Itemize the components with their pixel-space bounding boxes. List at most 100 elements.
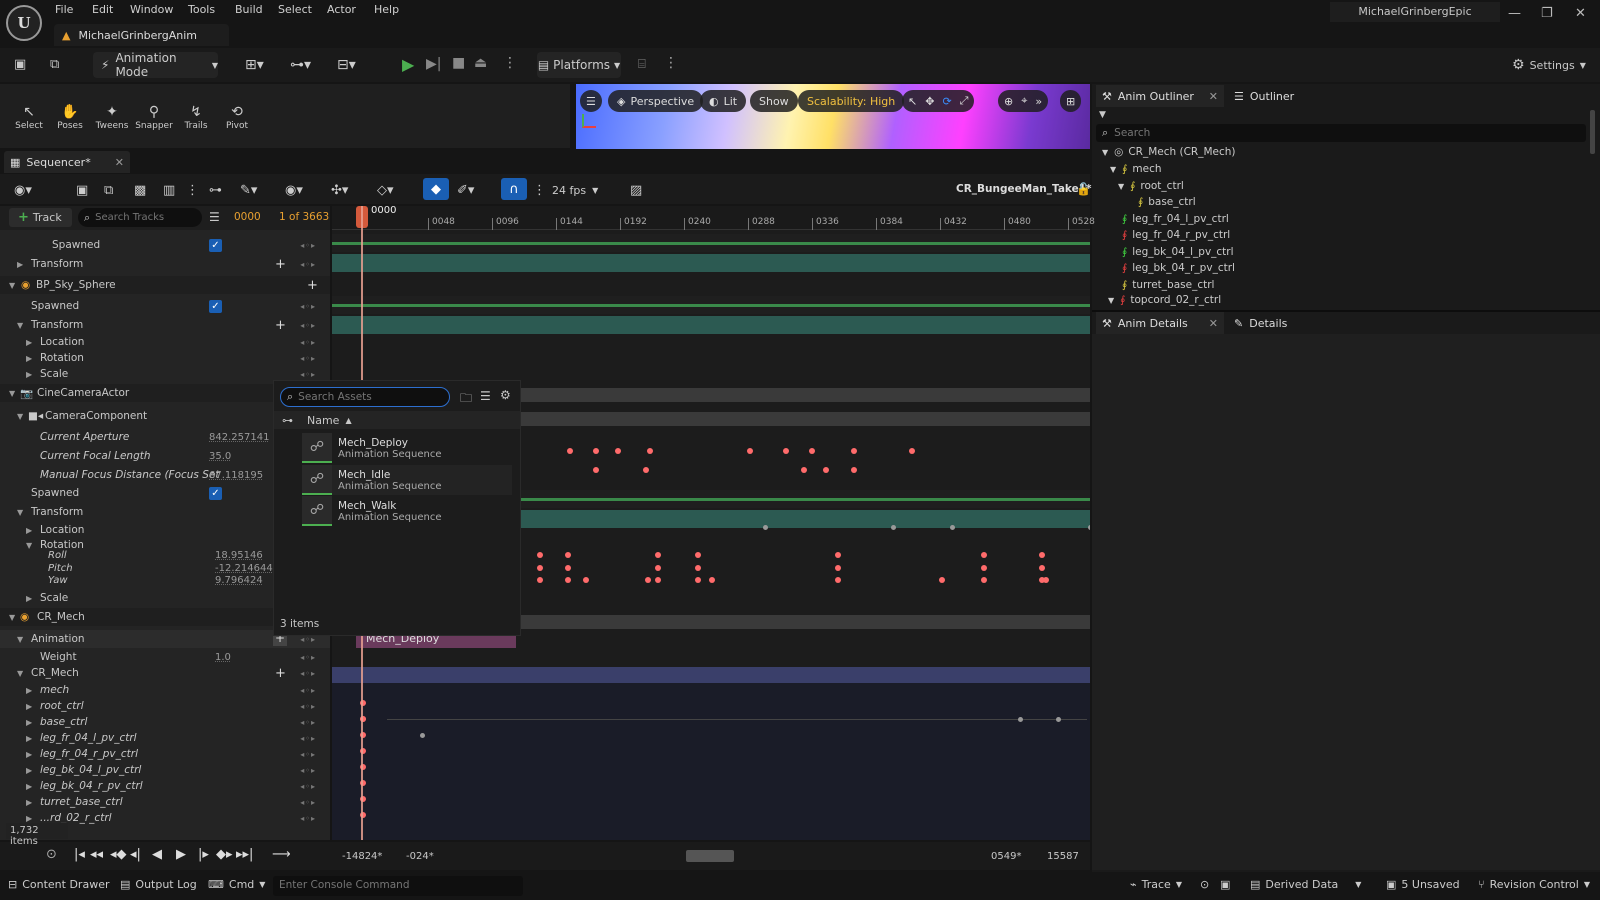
prev-key-icon[interactable]: ◂◂	[90, 847, 103, 862]
expand-icon[interactable]: ▶	[26, 686, 32, 695]
surface-snap-icon[interactable]: ⌖	[1021, 94, 1027, 108]
prev-key2-icon[interactable]: ◂◆	[110, 847, 127, 862]
mode-dropdown[interactable]: ⚡ Animation Mode ▼	[93, 51, 218, 79]
keyframe[interactable]	[537, 565, 543, 571]
key-nav-icon[interactable]: ◂◦▸	[300, 653, 316, 662]
more-options-icon[interactable]: ⋮	[533, 180, 546, 200]
menu-build[interactable]: Build	[235, 3, 263, 16]
track-row[interactable]: ▼ Transform + ◂◦▸	[0, 316, 330, 334]
keyframe[interactable]	[823, 467, 829, 473]
outliner-scrollbar[interactable]	[1590, 110, 1595, 154]
keyframe[interactable]	[890, 524, 896, 530]
eject-icon[interactable]: ⏏	[474, 55, 487, 71]
mode-tweens[interactable]: ✦ Tweens	[92, 104, 132, 131]
settings-button[interactable]: ⚙ Settings ▼	[1512, 57, 1586, 73]
key-nav-icon[interactable]: ◂◦▸	[300, 766, 316, 775]
keyframe[interactable]	[655, 565, 661, 571]
outliner-item[interactable]: ▼ ∮ root_ctrl	[1118, 178, 1184, 194]
fps-dropdown[interactable]: 24 fps ▼	[552, 180, 598, 200]
console-input[interactable]	[273, 876, 513, 894]
key-nav-icon[interactable]: ◂◦▸	[300, 782, 316, 791]
keyframe[interactable]	[981, 552, 987, 558]
keyframe[interactable]	[695, 552, 701, 558]
outliner-item[interactable]: ∮ leg_bk_04_l_pv_ctrl	[1122, 244, 1234, 260]
asset-item[interactable]: ☍ Mech_Idle Animation Sequence	[302, 465, 512, 495]
keyframe[interactable]	[615, 448, 621, 454]
expand-icon[interactable]: ▶	[26, 354, 32, 363]
auto-key-button[interactable]: ◆	[423, 178, 449, 200]
view-end[interactable]: 0549*	[991, 851, 1021, 862]
add-content-icon[interactable]: ⊞▾	[245, 57, 264, 73]
collapse-icon[interactable]: ▼	[1102, 148, 1108, 157]
keyframe[interactable]	[565, 552, 571, 558]
wrench-icon[interactable]: ✎▾	[240, 180, 257, 200]
timeline-scrollbar[interactable]	[686, 850, 734, 862]
key-nav-icon[interactable]: ◂◦▸	[300, 669, 316, 678]
keyframe[interactable]	[835, 577, 841, 583]
scalability-button[interactable]: Scalability: High	[798, 90, 905, 112]
range-start[interactable]: -14824*	[342, 851, 382, 862]
keyframe[interactable]	[565, 577, 571, 583]
loop-icon[interactable]: ⟶	[272, 847, 291, 862]
add-key-icon[interactable]: +	[275, 666, 286, 681]
snap-tools[interactable]: ⊕ ⌖ »	[998, 90, 1049, 112]
add-key-icon[interactable]: +	[275, 318, 286, 333]
track-row[interactable]: ▶ Transform + ◂◦▸	[0, 255, 330, 273]
mode-poses[interactable]: ✋ Poses	[50, 104, 90, 131]
restore-icon[interactable]: ❐	[1541, 6, 1553, 21]
add-track-button[interactable]: + Track	[9, 208, 72, 227]
rotate-icon[interactable]: ⟳	[942, 95, 951, 108]
expand-icon[interactable]: ▶	[26, 370, 32, 379]
menu-window[interactable]: Window	[130, 3, 173, 16]
keyframe[interactable]	[655, 552, 661, 558]
collapse-icon[interactable]: ▼	[1118, 182, 1124, 191]
track-value[interactable]: -12.214644	[215, 563, 273, 574]
keyframe[interactable]	[909, 448, 915, 454]
key-nav-icon[interactable]: ◂◦▸	[300, 302, 316, 311]
key-nav-icon[interactable]: ◂◦▸	[300, 241, 316, 250]
view-start[interactable]: -024*	[406, 851, 434, 862]
keyframe[interactable]	[981, 577, 987, 583]
menu-edit[interactable]: Edit	[92, 3, 113, 16]
key-nav-icon[interactable]: ◂◦▸	[300, 686, 316, 695]
save-sequence-icon[interactable]: ▣	[76, 180, 88, 200]
spawned-checkbox[interactable]: ✓	[209, 486, 222, 500]
brush-icon[interactable]: ✐▾	[457, 180, 474, 200]
keyframe[interactable]	[593, 448, 599, 454]
more-options-icon[interactable]: ⋮	[503, 55, 517, 71]
save-icon[interactable]: ▣	[14, 57, 26, 72]
collapse-icon[interactable]: ▼	[17, 412, 23, 421]
menu-file[interactable]: File	[55, 3, 73, 16]
track-value[interactable]: 1.0	[215, 652, 231, 663]
collapse-icon[interactable]: ▼	[1108, 296, 1114, 305]
playback-icon[interactable]: ✣▾	[331, 180, 348, 200]
expand-icon[interactable]: ▶	[17, 260, 23, 269]
outliner-search[interactable]: ⌕	[1096, 124, 1586, 142]
unsaved-button[interactable]: ▣ 5 Unsaved	[1386, 878, 1460, 891]
go-end-icon[interactable]: ▸▸|	[236, 847, 253, 862]
browse-icon[interactable]: ⧉	[50, 57, 59, 72]
keyframe[interactable]	[1087, 524, 1090, 530]
track-value[interactable]: 9.796424	[215, 575, 263, 586]
outliner-item[interactable]: ▼ ∮ mech	[1110, 161, 1162, 177]
expand-icon[interactable]: ▶	[26, 798, 32, 807]
collapse-icon[interactable]: ▼	[17, 635, 23, 644]
unreal-logo-icon[interactable]: U	[6, 5, 42, 41]
keyframe[interactable]	[695, 565, 701, 571]
outliner-item[interactable]: ▼ ◎ CR_Mech (CR_Mech)	[1102, 144, 1236, 160]
project-tab[interactable]: ▲ MichaelGrinbergAnim	[54, 24, 229, 46]
track-row[interactable]: Spawned ✓ ◂◦▸	[0, 297, 330, 315]
tab-sequencer[interactable]: ▦ Sequencer* ✕	[4, 151, 130, 173]
track-row[interactable]: ▼ ◉ BP_Sky_Sphere +	[0, 276, 330, 294]
move-icon[interactable]: ✥	[925, 95, 934, 108]
viewport-menu-button[interactable]: ☰	[580, 90, 602, 112]
viewport[interactable]: ☰ ◈ Perspective ◐ Lit Show Scalability: Hi…	[576, 84, 1090, 149]
layout-button[interactable]: ⊞	[1060, 90, 1082, 112]
go-start-icon[interactable]: |◂	[74, 847, 85, 862]
step-forward-icon[interactable]: |▸	[198, 847, 209, 862]
key-nav-icon[interactable]: ◂◦▸	[300, 260, 316, 269]
camera-status-icon[interactable]: ▣	[1220, 878, 1230, 891]
outliner-item[interactable]: ∮ turret_base_ctrl	[1122, 277, 1214, 293]
spawned-checkbox[interactable]: ✓	[209, 238, 222, 252]
key-nav-icon[interactable]: ◂◦▸	[300, 338, 316, 347]
